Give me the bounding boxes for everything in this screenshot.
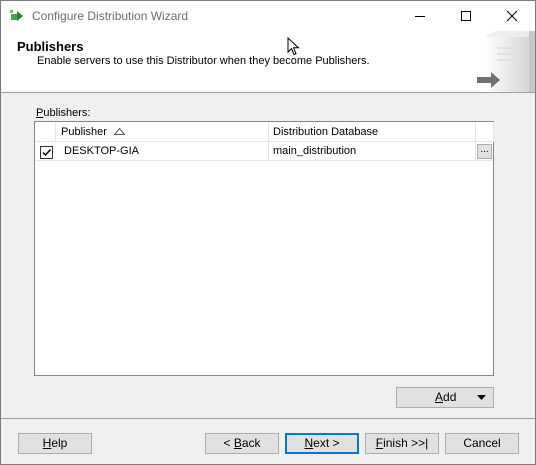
sort-ascending-icon (114, 128, 125, 135)
minimize-icon (415, 16, 425, 17)
column-header-distribution-database-label: Distribution Database (273, 126, 379, 138)
close-icon (506, 10, 518, 22)
wizard-window: Configure Distribution Wizard Publishers… (0, 0, 536, 465)
cancel-button[interactable]: Cancel (445, 433, 519, 454)
footer-divider (1, 418, 535, 419)
publisher-checkbox[interactable] (40, 146, 53, 159)
column-header-distribution-database[interactable]: Distribution Database (269, 122, 476, 142)
distribution-database-cell[interactable]: main_distribution (269, 142, 476, 161)
maximize-button[interactable] (443, 1, 489, 31)
column-header-check (35, 122, 56, 142)
help-button[interactable]: Help (18, 433, 92, 454)
minimize-button[interactable] (397, 1, 443, 31)
column-header-publisher[interactable]: Publisher (56, 122, 269, 142)
publishers-grid[interactable]: Publisher Distribution Database DESKTOP-… (34, 121, 494, 376)
column-header-browse (476, 122, 494, 142)
back-button[interactable]: < Back (205, 433, 279, 454)
dropdown-arrow-icon (477, 395, 486, 400)
browse-database-button[interactable]: ... (477, 144, 492, 159)
close-button[interactable] (489, 1, 535, 31)
checkmark-icon (42, 149, 52, 157)
table-row[interactable]: DESKTOP-GIA main_distribution ... (35, 142, 493, 161)
publishers-label: Publishers: (36, 107, 91, 119)
row-check-cell (35, 142, 56, 161)
add-button-label: Add (435, 390, 457, 404)
maximize-icon (461, 11, 471, 21)
add-button[interactable]: Add (396, 387, 494, 408)
server-graphic-icon (477, 31, 535, 92)
next-button[interactable]: Next > (285, 433, 359, 454)
mouse-cursor-icon (287, 37, 300, 56)
finish-button[interactable]: Finish >>| (365, 433, 439, 454)
window-title: Configure Distribution Wizard (32, 9, 189, 23)
wizard-app-icon (10, 10, 23, 21)
publisher-cell: DESKTOP-GIA (56, 142, 269, 161)
title-bar: Configure Distribution Wizard (1, 1, 535, 31)
page-title: Publishers (17, 39, 84, 54)
wizard-header: Publishers Enable servers to use this Di… (1, 31, 535, 93)
page-subtitle: Enable servers to use this Distributor w… (37, 55, 370, 67)
column-header-publisher-label: Publisher (61, 126, 107, 138)
